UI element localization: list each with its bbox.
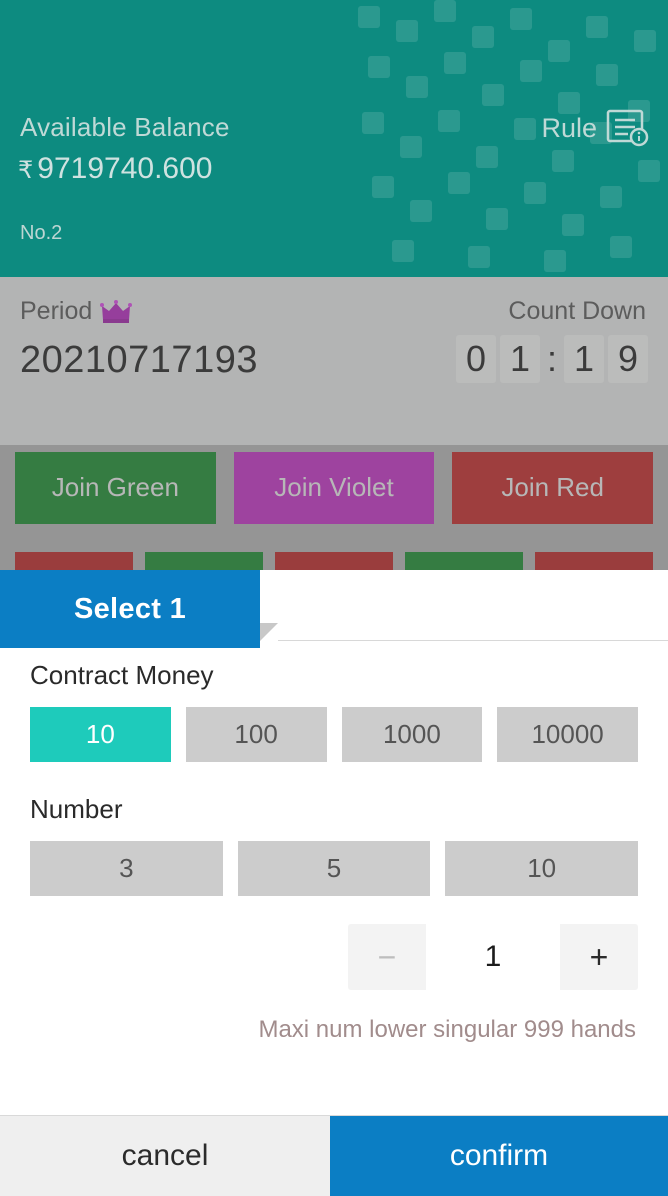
join-violet-button[interactable]: Join Violet — [233, 451, 435, 524]
number-option-3[interactable]: 3 — [30, 841, 223, 896]
countdown-digit-2: 1 — [500, 335, 540, 383]
contract-money-option-10[interactable]: 10 — [30, 707, 171, 762]
stepper-row: − 1 + — [30, 924, 638, 990]
number-title: Number — [30, 794, 123, 824]
balance-amount-value: 9719740.600 — [37, 152, 213, 185]
contract-money-option-100[interactable]: 100 — [185, 707, 327, 762]
period-value: 20210717193 — [20, 339, 258, 381]
balance-header: Available Balance ₹9719740.600 No.2 Rule — [0, 0, 668, 277]
sheet-footer: cancel confirm — [0, 1115, 668, 1196]
countdown-digit-1: 0 — [456, 335, 496, 383]
quantity-stepper: − 1 + — [348, 924, 638, 990]
available-balance-label: Available Balance — [20, 112, 230, 142]
tab-fold-corner-icon — [260, 623, 278, 641]
countdown-label: Count Down — [508, 297, 646, 325]
number-options: 3 5 10 — [30, 841, 639, 896]
crown-icon — [100, 299, 133, 323]
period-label: Period — [20, 297, 93, 325]
confirm-button[interactable]: confirm — [330, 1116, 668, 1196]
join-green-button[interactable]: Join Green — [15, 451, 216, 524]
account-number: No.2 — [20, 222, 63, 244]
stepper-value[interactable]: 1 — [426, 924, 560, 990]
join-buttons-row: Join Green Join Violet Join Red — [0, 445, 668, 530]
stepper-decrement-button[interactable]: − — [348, 924, 426, 990]
contract-money-option-1000[interactable]: 1000 — [341, 707, 483, 762]
number-option-5[interactable]: 5 — [237, 841, 431, 896]
bet-modal-sheet: Select 1 Contract Money 10 100 1000 1000… — [0, 570, 668, 1196]
cancel-button[interactable]: cancel — [0, 1116, 330, 1196]
sheet-body: Contract Money 10 100 1000 10000 Number … — [0, 648, 668, 1115]
stepper-increment-button[interactable]: + — [560, 924, 638, 990]
contract-money-option-10000[interactable]: 10000 — [497, 707, 638, 762]
sheet-tab-row: Select 1 — [0, 570, 668, 648]
balance-amount: ₹9719740.600 — [18, 152, 212, 186]
app-screen: Available Balance ₹9719740.600 No.2 Rule — [0, 0, 668, 1196]
tab-divider — [278, 640, 668, 641]
period-countdown-strip: Period 20210717193 Count Down 0 1 : 1 9 — [0, 277, 668, 445]
rule-button[interactable]: Rule — [541, 108, 650, 148]
document-info-icon — [606, 109, 649, 147]
rule-label: Rule — [541, 112, 597, 143]
currency-symbol: ₹ — [18, 157, 34, 184]
countdown-separator: : — [546, 338, 557, 379]
max-hands-hint: Maxi num lower singular 999 hands — [258, 1016, 636, 1043]
period-label-group: Period — [20, 297, 133, 326]
selection-tab: Select 1 — [0, 570, 260, 648]
contract-money-options: 10 100 1000 10000 — [30, 707, 638, 762]
countdown-digit-3: 1 — [564, 335, 604, 383]
number-option-10[interactable]: 10 — [445, 841, 639, 896]
countdown-timer: 0 1 : 1 9 — [456, 335, 648, 383]
contract-money-title: Contract Money — [30, 660, 214, 690]
join-red-button[interactable]: Join Red — [452, 451, 654, 524]
countdown-digit-4: 9 — [608, 335, 648, 383]
